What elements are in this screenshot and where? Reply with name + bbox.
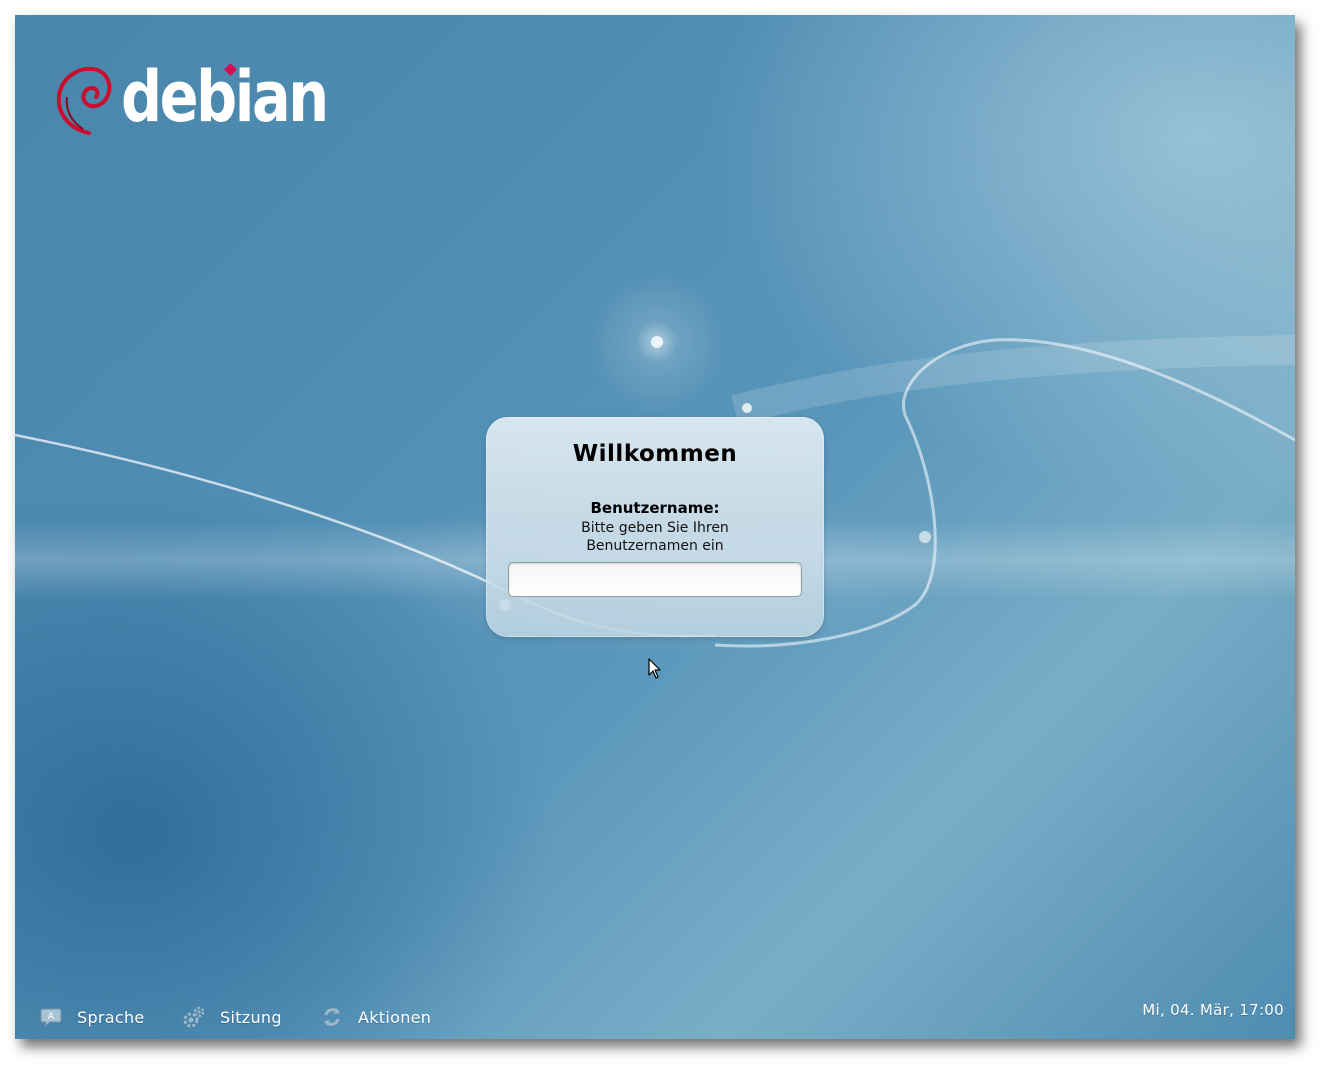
actions-menu-button[interactable]: Aktionen	[320, 1002, 431, 1032]
debian-logo: debian	[55, 57, 329, 143]
username-input[interactable]	[508, 562, 802, 597]
language-icon: A	[40, 1008, 62, 1028]
mouse-pointer-icon	[648, 658, 661, 679]
actions-menu-label: Aktionen	[358, 1007, 432, 1027]
session-icon	[183, 1006, 205, 1028]
session-menu-label: Sitzung	[220, 1007, 282, 1027]
login-screen: debian Willkommen Benutzername: Bitte ge…	[15, 15, 1295, 1039]
login-panel: Willkommen Benutzername: Bitte geben Sie…	[486, 417, 824, 637]
clock: Mi, 04. Mär, 17:00	[1142, 1001, 1284, 1019]
svg-text:A: A	[48, 1012, 55, 1022]
session-menu-button[interactable]: Sitzung	[182, 1002, 282, 1032]
actions-icon	[324, 1008, 340, 1026]
welcome-heading: Willkommen	[572, 441, 738, 467]
language-menu-button[interactable]: A Sprache	[39, 1002, 145, 1032]
username-label: Benutzername:	[590, 499, 720, 517]
username-hint: Bitte geben Sie Ihren Benutzernamen ein	[581, 520, 729, 554]
debian-swirl-icon	[56, 66, 112, 135]
language-menu-label: Sprache	[77, 1007, 145, 1027]
